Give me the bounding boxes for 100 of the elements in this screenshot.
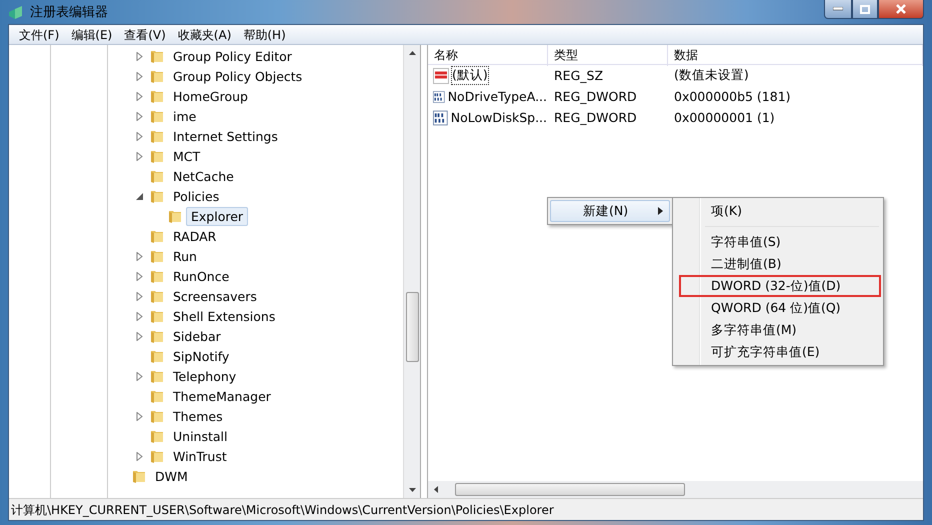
- expand-arrow-icon[interactable]: [135, 452, 144, 460]
- expand-arrow-icon[interactable]: [135, 412, 144, 420]
- column-header[interactable]: 类型: [548, 45, 668, 66]
- folder-icon: [149, 448, 165, 464]
- tree-item[interactable]: Policies: [168, 186, 224, 206]
- menu-item[interactable]: 文件(F): [13, 25, 66, 44]
- folder-icon: [149, 248, 165, 264]
- scroll-down-icon[interactable]: [408, 485, 416, 494]
- menu-item[interactable]: 收藏夹(A): [172, 25, 238, 44]
- tree-item[interactable]: ThemeManager: [168, 386, 276, 406]
- value-type: REG_DWORD: [553, 89, 638, 104]
- tree-item[interactable]: Uninstall: [168, 426, 232, 446]
- tree-item[interactable]: RADAR: [168, 226, 222, 246]
- maximize-icon: [860, 4, 870, 14]
- value-type: REG_DWORD: [553, 110, 638, 125]
- folder-icon: [167, 208, 183, 224]
- folder-icon: [149, 188, 165, 204]
- folder-icon: [149, 368, 165, 384]
- scroll-up-icon[interactable]: [408, 49, 416, 58]
- string-value-icon: [433, 68, 449, 84]
- column-header[interactable]: 数据: [668, 45, 923, 66]
- tree-item[interactable]: SipNotify: [168, 346, 234, 366]
- folder-icon: [149, 88, 165, 104]
- menu-item[interactable]: 查看(V): [118, 25, 172, 44]
- expand-arrow-icon[interactable]: [135, 272, 144, 280]
- submenu-item[interactable]: QWORD (64 位)值(Q): [679, 297, 881, 319]
- expand-arrow-icon[interactable]: [135, 312, 144, 320]
- folder-icon: [149, 168, 165, 184]
- submenu-item[interactable]: DWORD (32-位)值(D): [679, 275, 881, 297]
- expand-arrow-icon[interactable]: [135, 72, 144, 80]
- close-icon: [895, 4, 907, 14]
- expand-arrow-icon[interactable]: [135, 252, 144, 260]
- folder-icon: [149, 148, 165, 164]
- folder-icon: [149, 108, 165, 124]
- scrollbar-thumb[interactable]: [455, 483, 685, 496]
- folder-icon: [149, 228, 165, 244]
- tree-item[interactable]: NetCache: [168, 166, 239, 186]
- menu-item[interactable]: 帮助(H): [237, 25, 292, 44]
- folder-icon: [131, 468, 147, 484]
- expand-arrow-icon[interactable]: [135, 292, 144, 300]
- expand-arrow-icon[interactable]: [135, 152, 144, 160]
- folder-icon: [149, 128, 165, 144]
- tree-item[interactable]: Group Policy Objects: [168, 66, 308, 86]
- scroll-left-icon[interactable]: [432, 485, 441, 494]
- value-data: (数值未设置): [673, 67, 750, 84]
- tree-item[interactable]: MCT: [168, 146, 206, 166]
- tree-item[interactable]: Group Policy Editor: [168, 46, 297, 66]
- context-menu-item[interactable]: 新建(N): [550, 200, 670, 222]
- folder-icon: [149, 308, 165, 324]
- folder-icon: [149, 48, 165, 64]
- expand-arrow-icon[interactable]: [135, 92, 144, 100]
- column-header[interactable]: 名称: [428, 45, 548, 66]
- folder-icon: [149, 268, 165, 284]
- expand-arrow-icon[interactable]: [135, 112, 144, 120]
- maximize-button[interactable]: [852, 0, 878, 19]
- tree-item[interactable]: RunOnce: [168, 266, 234, 286]
- expand-arrow-icon[interactable]: [135, 372, 144, 380]
- binary-value-icon: [433, 110, 448, 126]
- window-title: 注册表编辑器: [30, 4, 108, 21]
- expand-arrow-icon[interactable]: [135, 132, 144, 140]
- tree-item[interactable]: DWM: [150, 466, 193, 486]
- tree-item[interactable]: Internet Settings: [168, 126, 283, 146]
- value-data: 0x000000b5 (181): [673, 89, 792, 104]
- scrollbar-thumb[interactable]: [406, 292, 418, 362]
- minimize-icon: [833, 7, 843, 11]
- tree-item[interactable]: Themes: [168, 406, 228, 426]
- tree-item[interactable]: Screensavers: [168, 286, 262, 306]
- value-name[interactable]: NoDriveTypeA...: [446, 88, 548, 105]
- folder-icon: [149, 288, 165, 304]
- value-name[interactable]: (默认): [451, 66, 489, 85]
- menu-item[interactable]: 编辑(E): [65, 25, 118, 44]
- value-name[interactable]: NoLowDiskSp...: [450, 109, 548, 126]
- folder-icon: [149, 408, 165, 424]
- folder-icon: [149, 348, 165, 364]
- submenu-item[interactable]: 项(K): [679, 200, 881, 222]
- folder-icon: [149, 328, 165, 344]
- expand-arrow-icon[interactable]: [135, 332, 144, 340]
- registry-app-icon: [8, 4, 24, 20]
- tree-item[interactable]: Sidebar: [168, 326, 226, 346]
- status-bar: 计算机\HKEY_CURRENT_USER\Software\Microsoft\Windows\CurrentVersion\Policies\Explorer: [9, 498, 923, 520]
- minimize-button[interactable]: [824, 0, 852, 19]
- value-type: REG_SZ: [553, 68, 604, 83]
- tree-item[interactable]: ime: [168, 106, 202, 126]
- close-button[interactable]: [878, 0, 924, 19]
- submenu-item[interactable]: 可扩充字符串值(E): [679, 341, 881, 363]
- binary-value-icon: [433, 88, 445, 104]
- submenu-item[interactable]: 二进制值(B): [679, 253, 881, 275]
- collapse-arrow-icon[interactable]: [135, 192, 144, 200]
- submenu-item[interactable]: 字符串值(S): [679, 231, 881, 253]
- tree-item[interactable]: Run: [168, 246, 202, 266]
- tree-item[interactable]: HomeGroup: [168, 86, 253, 106]
- folder-icon: [149, 68, 165, 84]
- tree-item[interactable]: WinTrust: [168, 446, 232, 466]
- expand-arrow-icon[interactable]: [135, 52, 144, 60]
- tree-item[interactable]: Telephony: [168, 366, 242, 386]
- tree-item[interactable]: Shell Extensions: [168, 306, 280, 326]
- submenu-item[interactable]: 多字符串值(M): [679, 319, 881, 341]
- folder-icon: [149, 428, 165, 444]
- tree-item[interactable]: Explorer: [186, 206, 248, 226]
- folder-icon: [149, 388, 165, 404]
